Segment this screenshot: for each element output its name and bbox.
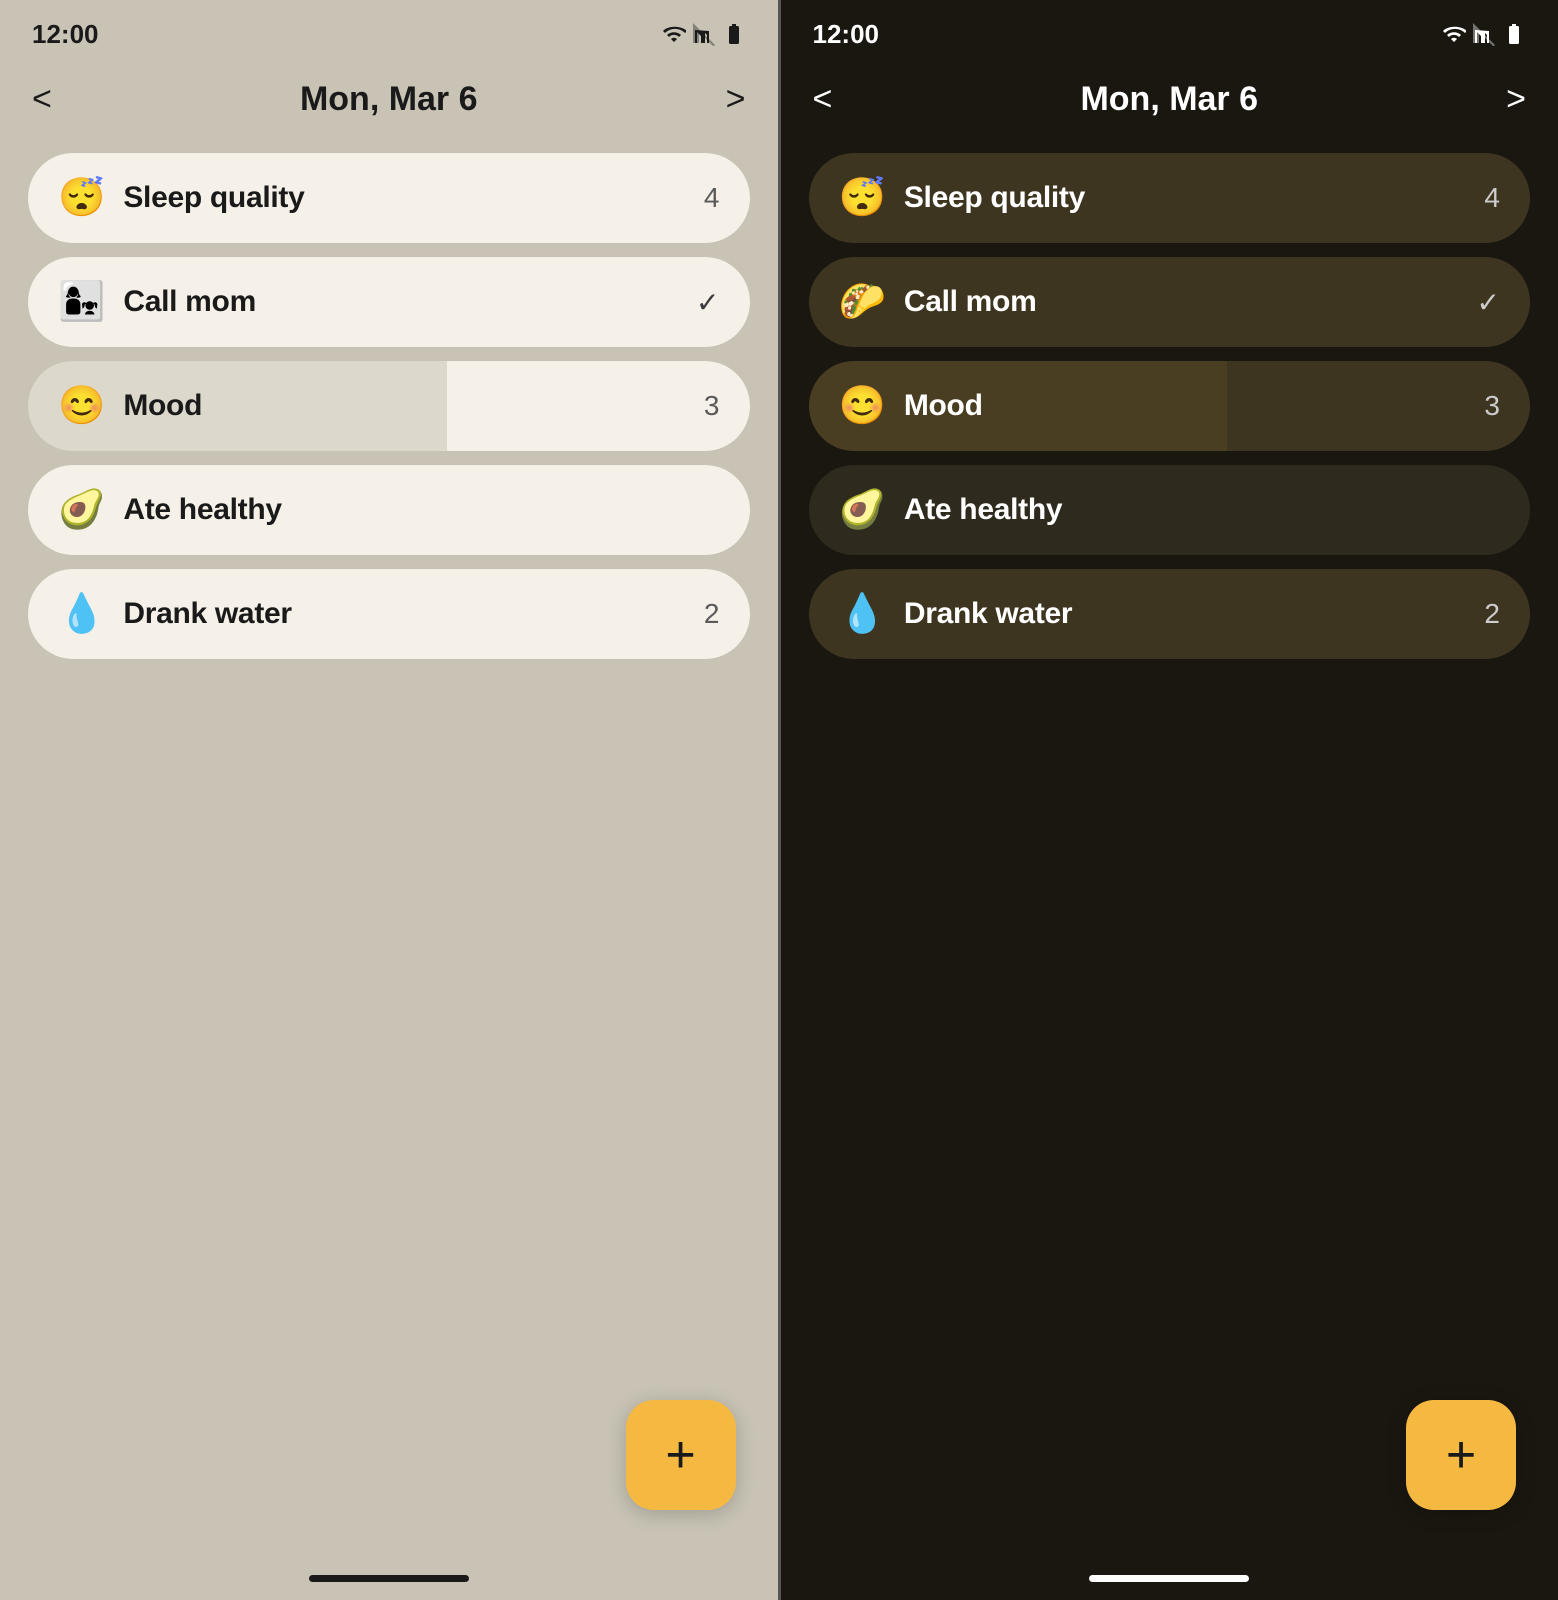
item-label: Ate healthy [123,493,281,527]
item-label: Sleep quality [904,181,1085,215]
item-emoji: 🥑 [839,491,886,529]
item-left: 💧 Drank water [839,595,1073,633]
item-left: 😊 Mood [839,387,983,425]
item-left: 🥑 Ate healthy [58,491,282,529]
item-left: 😴 Sleep quality [58,179,304,217]
items-list-light: 😴 Sleep quality 4 👩‍👧 Call mom ✓ 😊 Mood … [0,143,778,659]
dark-phone: 12:00 < Mon, Mar 6 > 😴 Sleep quality [781,0,1558,1600]
wifi-icon-dark [1442,22,1466,46]
add-button-dark[interactable]: + [1406,1400,1516,1510]
status-time-light: 12:00 [32,19,99,50]
item-left: 🥑 Ate healthy [839,491,1063,529]
item-value: 4 [1484,182,1500,214]
next-button-dark[interactable]: > [1506,80,1526,119]
list-item[interactable]: 💧 Drank water 2 [809,569,1531,659]
item-label: Mood [904,389,983,423]
list-item[interactable]: 😴 Sleep quality 4 [809,153,1531,243]
item-label: Drank water [123,597,291,631]
item-emoji: 😴 [839,179,886,217]
item-value: 2 [1484,598,1500,630]
item-label: Ate healthy [904,493,1062,527]
item-value: 3 [1484,390,1500,422]
next-button-light[interactable]: > [726,80,746,119]
item-emoji: 🥑 [58,491,105,529]
light-phone: 12:00 < Mon, Mar 6 > 😴 Sl [0,0,778,1600]
list-item[interactable]: 🥑 Ate healthy [28,465,750,555]
item-emoji: 💧 [58,595,105,633]
list-item[interactable]: 👩‍👧 Call mom ✓ [28,257,750,347]
item-check: ✓ [696,286,719,319]
battery-icon-dark [1502,22,1526,46]
add-icon-dark: + [1446,1429,1476,1481]
item-emoji: 💧 [839,595,886,633]
item-label: Sleep quality [123,181,304,215]
list-item[interactable]: 🥑 Ate healthy [809,465,1531,555]
status-icons-light [662,22,746,46]
add-icon-light: + [665,1429,695,1481]
list-item[interactable]: 💧 Drank water 2 [28,569,750,659]
header-light: < Mon, Mar 6 > [0,60,778,143]
list-item[interactable]: 😊 Mood 3 [809,361,1531,451]
item-left: 😊 Mood [58,387,202,425]
item-emoji: 😊 [58,387,105,425]
wifi-icon-light [662,22,686,46]
status-time-dark: 12:00 [813,19,880,50]
item-label: Mood [123,389,202,423]
date-title-dark: Mon, Mar 6 [1080,80,1258,119]
home-indicator-dark [1089,1575,1249,1582]
item-left: 😴 Sleep quality [839,179,1085,217]
item-emoji: 😊 [839,387,886,425]
header-dark: < Mon, Mar 6 > [781,60,1558,143]
signal-icon-light [692,22,716,46]
item-label: Call mom [123,285,256,319]
item-left: 🌮 Call mom [839,283,1037,321]
item-value: 3 [704,390,720,422]
item-emoji: 😴 [58,179,105,217]
signal-icon-dark [1472,22,1496,46]
item-emoji: 👩‍👧 [58,283,105,321]
list-item[interactable]: 🌮 Call mom ✓ [809,257,1531,347]
item-value: 4 [704,182,720,214]
home-indicator-light [309,1575,469,1582]
item-emoji: 🌮 [839,283,886,321]
prev-button-light[interactable]: < [32,80,52,119]
item-label: Call mom [904,285,1037,319]
items-list-dark: 😴 Sleep quality 4 🌮 Call mom ✓ 😊 Mood 3 … [781,143,1558,659]
prev-button-dark[interactable]: < [813,80,833,119]
item-left: 👩‍👧 Call mom [58,283,256,321]
item-label: Drank water [904,597,1072,631]
list-item[interactable]: 😊 Mood 3 [28,361,750,451]
item-value: 2 [704,598,720,630]
battery-icon-light [722,22,746,46]
status-icons-dark [1442,22,1526,46]
date-title-light: Mon, Mar 6 [300,80,478,119]
add-button-light[interactable]: + [626,1400,736,1510]
item-left: 💧 Drank water [58,595,292,633]
status-bar-light: 12:00 [0,0,778,60]
list-item[interactable]: 😴 Sleep quality 4 [28,153,750,243]
item-check: ✓ [1477,286,1500,319]
status-bar-dark: 12:00 [781,0,1558,60]
